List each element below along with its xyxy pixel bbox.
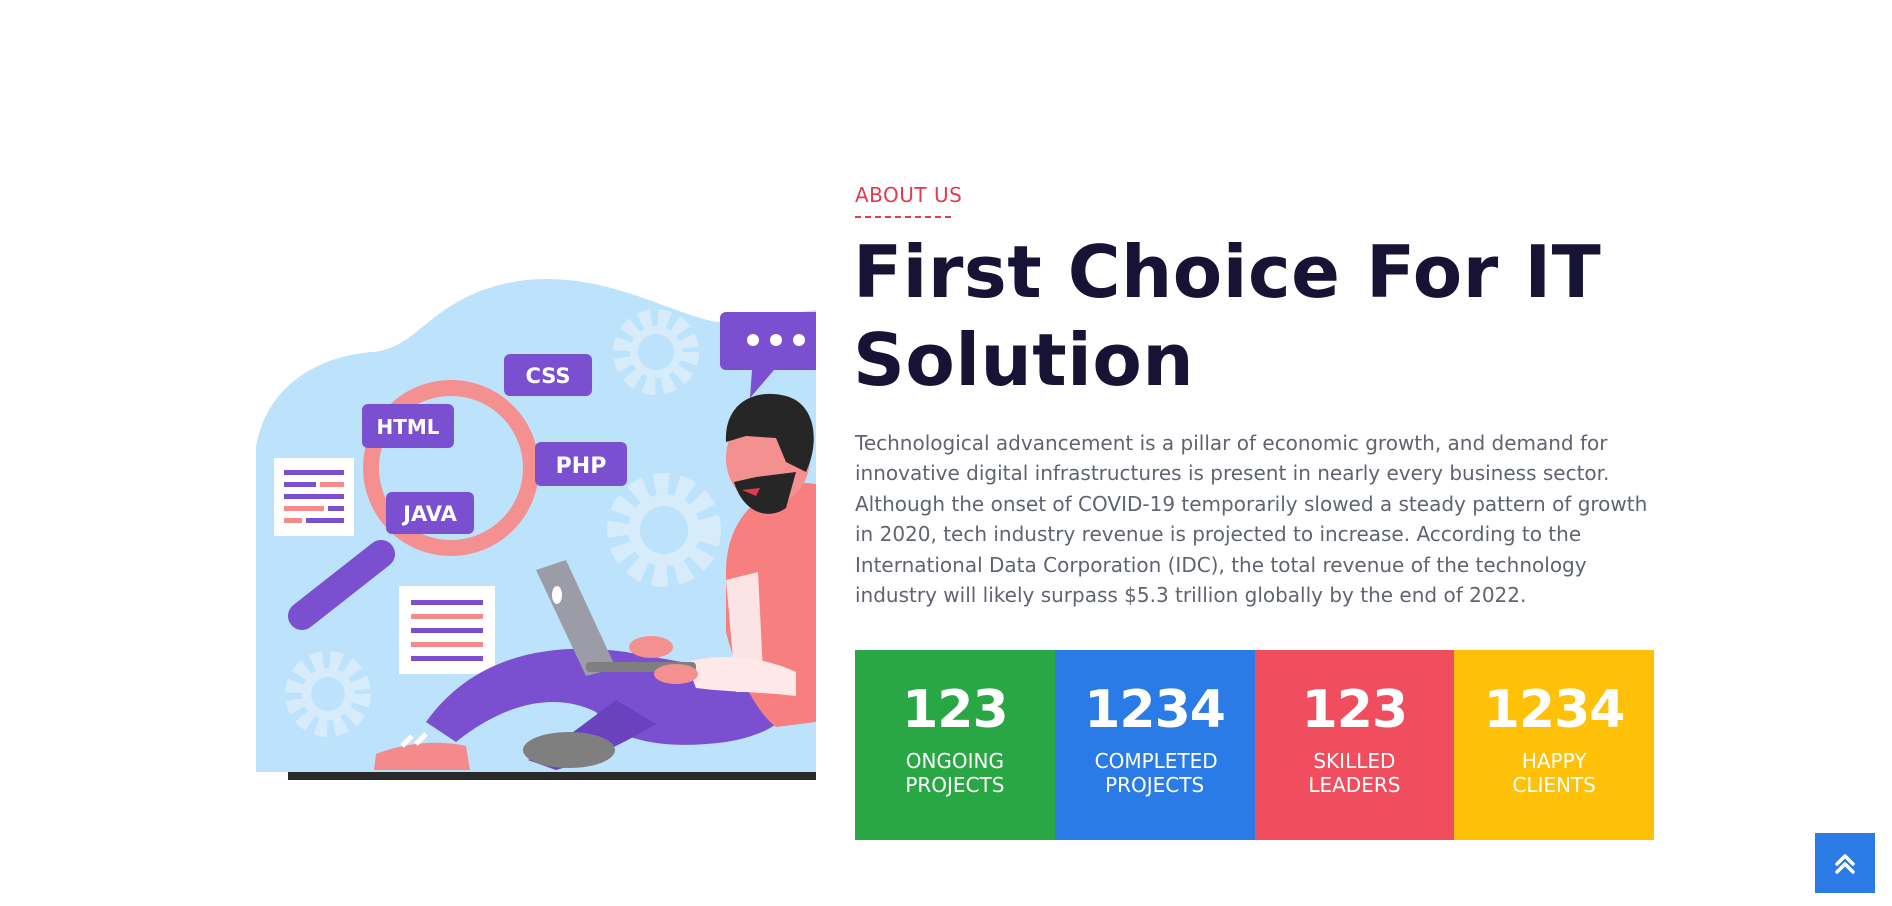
scroll-top-button[interactable] (1815, 833, 1875, 893)
stat-label: HAPPY CLIENTS (1512, 749, 1596, 797)
stat-value: 123 (902, 680, 1009, 740)
tag-css: CSS (504, 354, 592, 396)
stat-ongoing-projects: 123 ONGOING PROJECTS (855, 650, 1055, 840)
tag-java: JAVA (386, 492, 474, 534)
floor-line (288, 772, 816, 780)
svg-text:HTML: HTML (376, 415, 439, 439)
stat-label: SKILLED LEADERS (1308, 749, 1401, 797)
section-title: First Choice For IT Solution (853, 230, 1602, 402)
stat-value: 1234 (1084, 680, 1226, 740)
stat-value: 1234 (1483, 680, 1626, 740)
gear-icon (285, 651, 371, 737)
stat-value: 123 (1301, 680, 1409, 740)
svg-text:CSS: CSS (525, 364, 570, 388)
svg-text:JAVA: JAVA (401, 502, 457, 526)
eyebrow-underline (855, 216, 951, 218)
tag-php: PHP (535, 442, 627, 486)
stats-row: 123 ONGOING PROJECTS 1234 COMPLETED PROJ… (855, 650, 1654, 840)
stat-happy-clients: 1234 HAPPY CLIENTS (1454, 650, 1654, 840)
document-icon (274, 458, 354, 536)
stat-label: ONGOING PROJECTS (905, 749, 1005, 797)
document-icon (399, 586, 495, 674)
double-chevron-up-icon (1835, 854, 1855, 874)
section-description: Technological advancement is a pillar of… (855, 431, 1648, 608)
tag-html: HTML (362, 404, 454, 448)
gear-icon (613, 309, 699, 395)
stat-label: COMPLETED PROJECTS (1094, 749, 1218, 797)
svg-text:PHP: PHP (556, 454, 607, 479)
section-eyebrow: ABOUT US (855, 183, 963, 207)
stat-skilled-leaders: 123 SKILLED LEADERS (1254, 650, 1455, 840)
stat-completed-projects: 1234 COMPLETED PROJECTS (1054, 650, 1255, 840)
about-illustration: HTML CSS PHP JAVA (256, 278, 816, 780)
